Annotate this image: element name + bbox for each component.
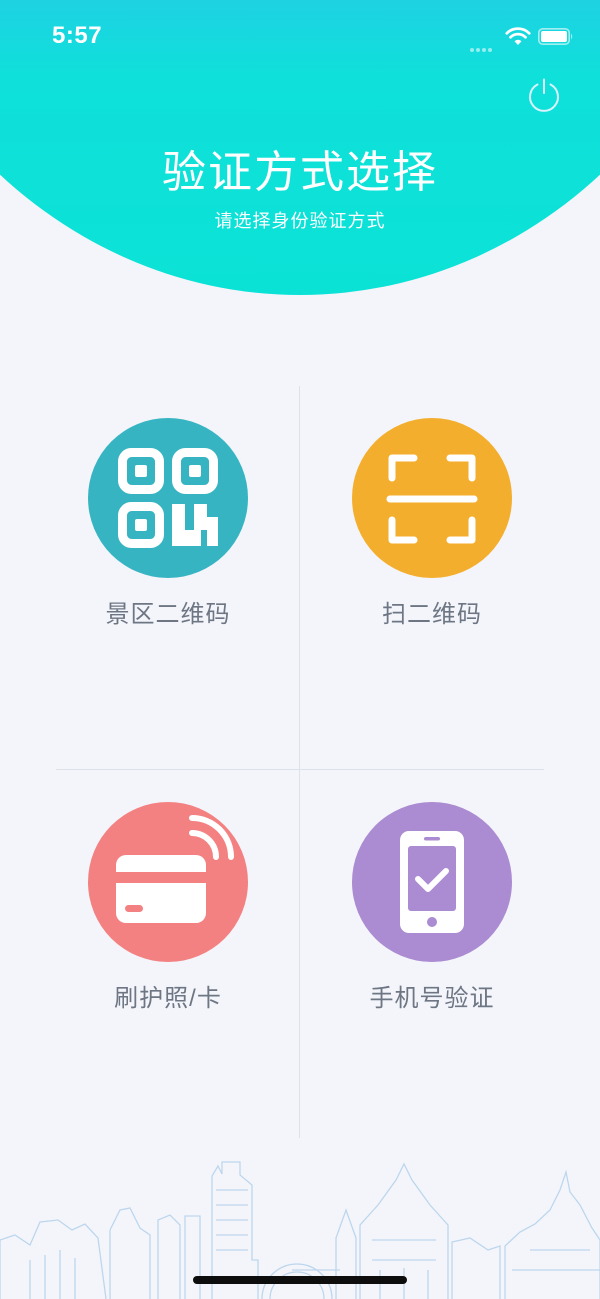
option-circle xyxy=(352,418,512,578)
option-circle xyxy=(88,802,248,962)
wifi-icon xyxy=(505,27,531,45)
status-bar: 5:57 xyxy=(0,0,600,72)
option-label: 景区二维码 xyxy=(105,601,231,628)
grid-divider-horizontal xyxy=(56,769,544,770)
option-swipe-passport-card[interactable]: 刷护照/卡 xyxy=(58,802,278,1022)
option-label: 刷护照/卡 xyxy=(114,985,222,1012)
battery-icon xyxy=(538,28,573,45)
nfc-card-icon xyxy=(116,815,234,923)
phone-check-icon xyxy=(400,831,464,933)
qr-code-icon xyxy=(118,448,218,548)
option-scan-qr-code[interactable]: 扫二维码 xyxy=(322,418,542,638)
cellular-signal-icon xyxy=(470,39,498,52)
option-label: 手机号验证 xyxy=(369,985,495,1012)
power-icon[interactable] xyxy=(525,76,563,114)
option-circle xyxy=(88,418,248,578)
scan-icon xyxy=(386,454,478,544)
option-circle xyxy=(352,802,512,962)
home-indicator[interactable] xyxy=(193,1276,407,1284)
status-time: 5:57 xyxy=(52,22,103,49)
page-title: 验证方式选择 xyxy=(162,148,438,197)
option-label: 扫二维码 xyxy=(382,601,482,628)
page-subtitle: 请选择身份验证方式 xyxy=(214,211,386,231)
option-scenic-qr-code[interactable]: 景区二维码 xyxy=(58,418,278,638)
option-phone-verification[interactable]: 手机号验证 xyxy=(322,802,542,1022)
grid-divider-vertical xyxy=(299,386,300,1138)
